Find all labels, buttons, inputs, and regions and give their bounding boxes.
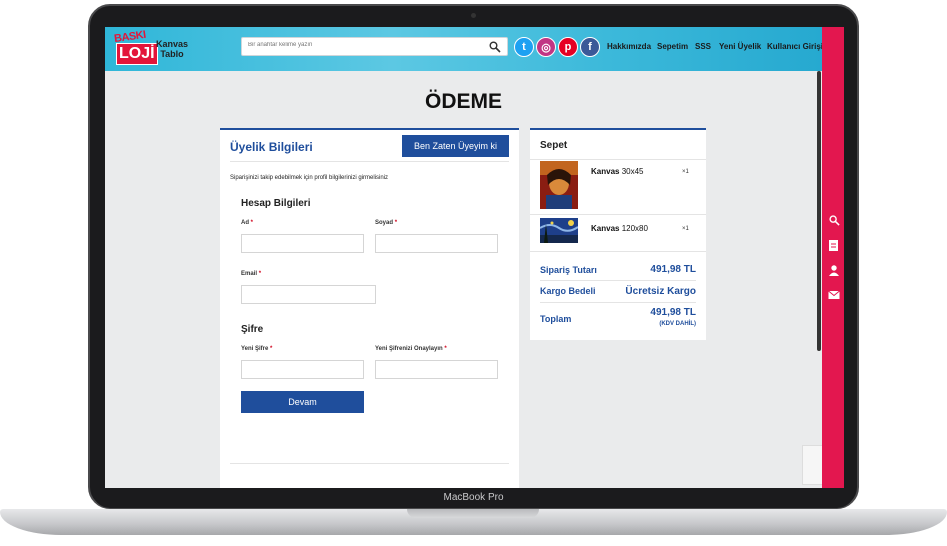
membership-title: Üyelik Bilgileri	[230, 140, 313, 154]
already-member-button[interactable]: Ben Zaten Üyeyim ki	[402, 135, 509, 157]
name-label: Ad *	[241, 220, 254, 226]
laptop-notch	[407, 509, 539, 518]
info-text: Siparişinizi takip edebilmek için profil…	[230, 175, 389, 181]
confirm-password-label: Yeni Şifrenizi Onaylayın *	[375, 346, 447, 352]
membership-panel: Üyelik Bilgileri Ben Zaten Üyeyim ki Sip…	[220, 128, 519, 488]
search-icon[interactable]	[826, 212, 842, 228]
page-title: ÖDEME	[424, 90, 502, 113]
new-password-field[interactable]	[241, 360, 364, 379]
shipping-label: Kargo Bedeli	[540, 286, 596, 296]
search-icon[interactable]	[489, 41, 501, 53]
twitter-icon[interactable]: t	[514, 37, 534, 57]
divider	[230, 463, 509, 464]
nav-about[interactable]: Hakkımızda	[607, 42, 651, 51]
pinterest-icon[interactable]: p	[558, 37, 578, 57]
product-thumbnail-starry-night[interactable]	[540, 218, 578, 243]
brand-subtitle: Kanvas Tablo	[155, 39, 189, 59]
instagram-icon[interactable]: ◎	[536, 37, 556, 57]
logo-bottom-text: LOJİ	[116, 43, 158, 65]
mail-icon[interactable]	[826, 287, 842, 303]
search-input[interactable]	[248, 42, 468, 48]
total-value: 491,98 TL	[650, 307, 696, 318]
nav-faq[interactable]: SSS	[695, 42, 711, 51]
divider	[530, 214, 706, 215]
email-label: Email *	[241, 271, 262, 277]
name-field[interactable]	[241, 234, 364, 253]
continue-button[interactable]: Devam	[241, 391, 364, 413]
device-label: MacBook Pro	[443, 492, 504, 503]
product-thumbnail-portrait[interactable]	[540, 161, 578, 209]
search-bar	[241, 37, 508, 56]
cart-panel: Sepet Kanvas 30x45 ×1 Kanvas 120x80 ×1 S…	[530, 128, 706, 340]
site-logo[interactable]: BASKI LOJİ	[113, 29, 158, 67]
laptop-chin: MacBook Pro	[92, 490, 855, 508]
cart-item-name[interactable]: Kanvas 120x80	[591, 224, 648, 233]
nav-cart[interactable]: Sepetim	[657, 42, 688, 51]
divider	[540, 280, 696, 281]
facebook-icon[interactable]: f	[580, 37, 600, 57]
vat-note: (KDV DAHİL)	[659, 321, 696, 327]
surname-label: Soyad *	[375, 220, 398, 226]
user-icon[interactable]	[826, 262, 842, 278]
total-label: Toplam	[540, 314, 572, 324]
divider	[540, 302, 696, 303]
site-header: BASKI LOJİ Kanvas Tablo t ◎ p f Hakkımız…	[105, 27, 823, 71]
order-total-label: Sipariş Tutarı	[540, 265, 597, 275]
account-section-title: Hesap Bilgileri	[241, 198, 311, 209]
shipping-value: Ücretsiz Kargo	[625, 286, 696, 297]
cart-item-name[interactable]: Kanvas 30x45	[591, 167, 644, 176]
password-section-title: Şifre	[241, 324, 264, 335]
side-toolbar	[822, 27, 844, 488]
email-field[interactable]	[241, 285, 376, 304]
divider	[230, 161, 509, 162]
new-password-label: Yeni Şifre *	[241, 346, 273, 352]
recaptcha-badge[interactable]	[802, 445, 822, 485]
nav-register[interactable]: Yeni Üyelik	[719, 42, 761, 51]
cart-item-qty: ×1	[682, 226, 689, 232]
confirm-password-field[interactable]	[375, 360, 498, 379]
divider	[530, 159, 706, 160]
screen: BASKI LOJİ Kanvas Tablo t ◎ p f Hakkımız…	[105, 27, 844, 488]
camera	[471, 13, 476, 18]
cart-title: Sepet	[540, 140, 568, 151]
cart-icon[interactable]	[826, 237, 842, 253]
order-total-value: 491,98 TL	[650, 264, 696, 275]
cart-item-qty: ×1	[682, 169, 689, 175]
surname-field[interactable]	[375, 234, 498, 253]
nav-login[interactable]: Kullanıcı Girişi	[767, 42, 823, 51]
laptop-frame: MacBook Pro BASKI LOJİ Kanvas Tablo t ◎ …	[0, 0, 947, 546]
divider	[530, 251, 706, 252]
